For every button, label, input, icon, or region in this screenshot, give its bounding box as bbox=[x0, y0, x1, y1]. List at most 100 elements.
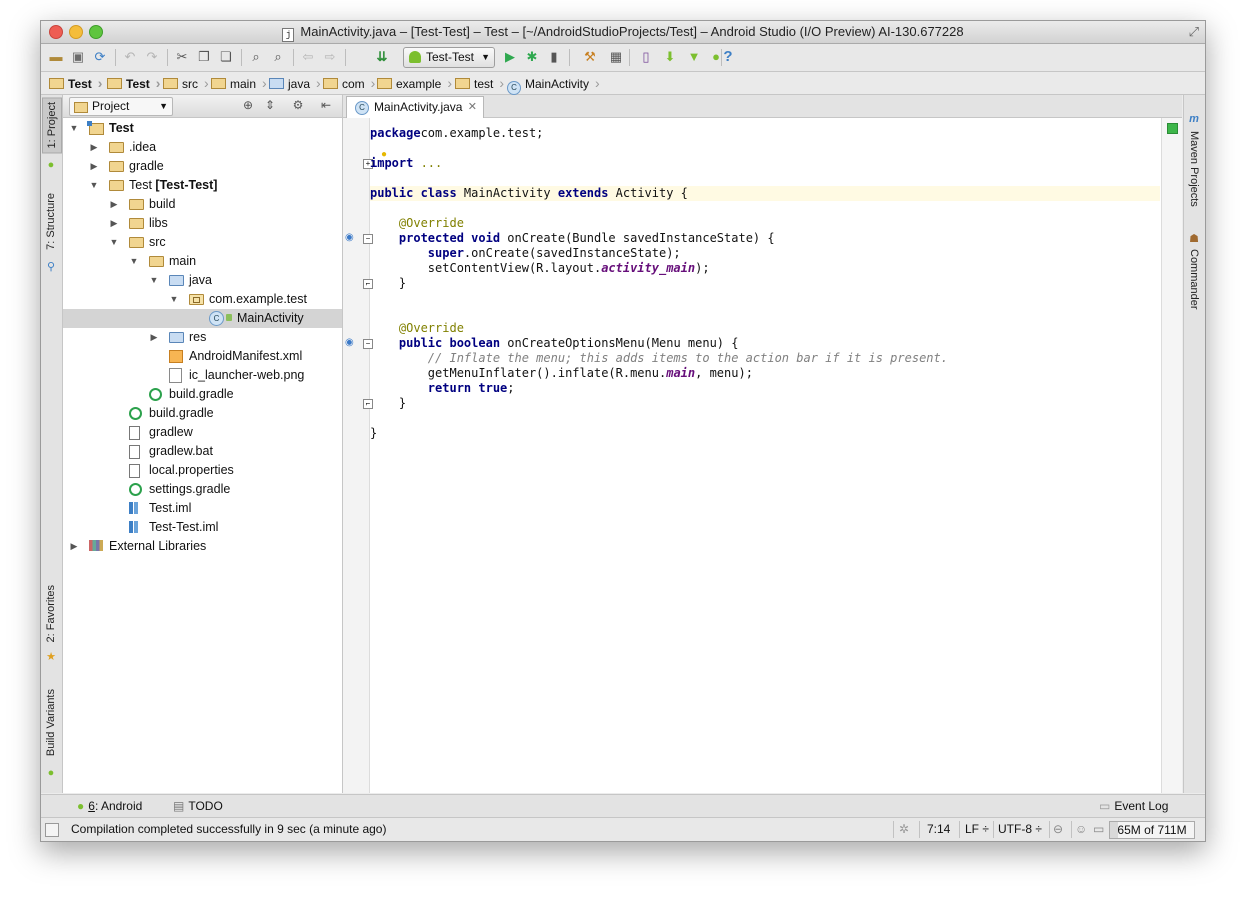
code-line[interactable] bbox=[370, 291, 1160, 306]
tree-item[interactable]: ▶ .idea bbox=[63, 138, 342, 157]
breadcrumb-item-com[interactable]: com › bbox=[323, 74, 375, 92]
tab-mainactivity-java[interactable]: C MainActivity.java ✕ bbox=[346, 96, 484, 118]
lock-icon[interactable]: ⊖ bbox=[1053, 822, 1063, 836]
tree-item[interactable]: ▶ res bbox=[63, 328, 342, 347]
close-icon[interactable]: ✕ bbox=[468, 97, 477, 118]
line-separator-select[interactable]: LF ÷ bbox=[965, 822, 989, 836]
inspector-icon[interactable]: ☺ bbox=[1075, 822, 1087, 836]
expand-arrow-icon[interactable]: ▶ bbox=[69, 537, 79, 556]
attach-icon[interactable]: ▮ bbox=[545, 48, 563, 66]
breadcrumb-item-src[interactable]: src › bbox=[163, 74, 209, 92]
caret-position[interactable]: 7:14 bbox=[927, 822, 950, 836]
undo-icon[interactable]: ↶ bbox=[121, 48, 139, 66]
tree-item[interactable]: ▼ src bbox=[63, 233, 342, 252]
tab-build-variants[interactable]: Build Variants bbox=[42, 685, 60, 760]
tree-item[interactable]: ic_launcher-web.png bbox=[63, 366, 342, 385]
collapse-arrow-icon[interactable]: ▼ bbox=[149, 271, 159, 290]
tree-item[interactable]: C MainActivity bbox=[63, 309, 342, 328]
code-line[interactable]: protected void onCreate(Bundle savedInst… bbox=[370, 231, 1160, 246]
background-tasks-icon[interactable]: ✲ bbox=[899, 822, 909, 836]
sync-icon[interactable]: ⟳ bbox=[91, 48, 109, 66]
collapse-arrow-icon[interactable]: ▼ bbox=[129, 252, 139, 271]
tree-item[interactable]: gradlew.bat bbox=[63, 442, 342, 461]
save-icon[interactable]: ▣ bbox=[69, 48, 87, 66]
breadcrumb-item-test-module[interactable]: Test › bbox=[107, 74, 160, 92]
code-line[interactable] bbox=[370, 306, 1160, 321]
tree-item[interactable]: build.gradle bbox=[63, 404, 342, 423]
collapse-arrow-icon[interactable]: ▼ bbox=[89, 176, 99, 195]
expand-arrow-icon[interactable]: ▶ bbox=[89, 157, 99, 176]
code-line[interactable]: return true; bbox=[370, 381, 1160, 396]
code-line[interactable] bbox=[370, 201, 1160, 216]
code-line[interactable]: setContentView(R.layout.activity_main); bbox=[370, 261, 1160, 276]
gear-icon[interactable]: ⚙ bbox=[291, 98, 305, 112]
tab-favorites[interactable]: 2: Favorites bbox=[42, 581, 60, 646]
run-config-select[interactable]: Test-Test ▼ bbox=[403, 47, 495, 68]
tab-event-log[interactable]: ▭ Event Log bbox=[1099, 797, 1168, 815]
monitor-icon[interactable]: ▼ bbox=[685, 48, 703, 66]
memory-indicator[interactable]: 65M of 711M bbox=[1109, 821, 1195, 839]
tree-item[interactable]: ▼ main bbox=[63, 252, 342, 271]
breadcrumb-item-test-package[interactable]: test › bbox=[455, 74, 504, 92]
back-icon[interactable]: ⇦ bbox=[299, 48, 317, 66]
tree-item[interactable]: Test-Test.iml bbox=[63, 518, 342, 537]
open-folder-icon[interactable]: ▬ bbox=[47, 48, 65, 66]
tab-commander[interactable]: Commander bbox=[1185, 245, 1203, 314]
tree-item[interactable]: ▼ com.example.test bbox=[63, 290, 342, 309]
cut-icon[interactable]: ✂ bbox=[173, 48, 191, 66]
help-icon[interactable]: ? bbox=[719, 48, 737, 66]
code-line[interactable]: @Override bbox=[370, 321, 1160, 336]
forward-icon[interactable]: ⇨ bbox=[321, 48, 339, 66]
tree-item[interactable]: build.gradle bbox=[63, 385, 342, 404]
fullscreen-icon[interactable]: ⤢ bbox=[1189, 24, 1199, 40]
scroll-from-source-icon[interactable]: ⊕ bbox=[241, 98, 255, 112]
tree-item[interactable]: ▶ External Libraries bbox=[63, 537, 342, 556]
expand-arrow-icon[interactable]: ▶ bbox=[89, 138, 99, 157]
override-marker-icon[interactable]: ◉ bbox=[345, 337, 354, 348]
tree-item[interactable]: local.properties bbox=[63, 461, 342, 480]
code-line[interactable]: } bbox=[370, 276, 1160, 291]
tab-todo[interactable]: ▤ TODO bbox=[173, 797, 223, 815]
tree-item[interactable]: ▼ Test bbox=[63, 119, 342, 138]
replace-icon[interactable]: ⌕ bbox=[269, 48, 287, 66]
code-line[interactable]: // Inflate the menu; this adds items to … bbox=[370, 351, 1160, 366]
code-line[interactable]: super.onCreate(savedInstanceState); bbox=[370, 246, 1160, 261]
copy-icon[interactable]: ❐ bbox=[195, 48, 213, 66]
code-line[interactable]: getMenuInflater().inflate(R.menu.main, m… bbox=[370, 366, 1160, 381]
expand-arrow-icon[interactable]: ▶ bbox=[109, 214, 119, 233]
tree-item[interactable]: ▶ libs bbox=[63, 214, 342, 233]
tab-android[interactable]: ● 6: Android bbox=[77, 797, 142, 815]
expand-arrow-icon[interactable]: ▶ bbox=[109, 195, 119, 214]
find-icon[interactable]: ⌕ bbox=[247, 48, 265, 66]
breadcrumb-item-mainactivity[interactable]: C MainActivity › bbox=[507, 74, 600, 95]
code-line[interactable]: packagecom.example.test; bbox=[370, 126, 1160, 141]
code-editor[interactable]: packagecom.example.test; import ... public… bbox=[370, 118, 1160, 793]
collapse-all-icon[interactable]: ⇕ bbox=[263, 98, 277, 112]
breadcrumb-item-example[interactable]: example › bbox=[377, 74, 452, 92]
code-line[interactable]: public class MainActivity extends Activi… bbox=[370, 186, 1160, 201]
tree-item[interactable]: gradlew bbox=[63, 423, 342, 442]
tree-item[interactable]: ▶ gradle bbox=[63, 157, 342, 176]
expand-arrow-icon[interactable]: ▶ bbox=[149, 328, 159, 347]
tree-item[interactable]: ▼ Test [Test-Test] bbox=[63, 176, 342, 195]
tree-item[interactable]: ▶ build bbox=[63, 195, 342, 214]
tab-structure[interactable]: 7: Structure bbox=[42, 189, 60, 254]
code-line[interactable] bbox=[370, 141, 1160, 156]
code-line[interactable]: import ... bbox=[370, 156, 1160, 171]
tree-item[interactable]: Test.iml bbox=[63, 499, 342, 518]
make-project-icon[interactable]: ⇊ bbox=[373, 48, 391, 66]
run-icon[interactable]: ▶ bbox=[501, 48, 519, 66]
tree-item[interactable]: ▼ java bbox=[63, 271, 342, 290]
avd-manager-icon[interactable]: ▯ bbox=[637, 48, 655, 66]
hide-panel-icon[interactable]: ⇤ bbox=[319, 98, 333, 112]
code-line[interactable]: } bbox=[370, 396, 1160, 411]
collapse-arrow-icon[interactable]: ▼ bbox=[109, 233, 119, 252]
project-structure-icon[interactable]: ⚒ bbox=[581, 48, 599, 66]
project-view-select[interactable]: Project ▼ bbox=[69, 97, 173, 116]
breadcrumb-item-java[interactable]: java › bbox=[269, 74, 321, 92]
breadcrumb-item-main[interactable]: main › bbox=[211, 74, 267, 92]
paste-icon[interactable]: ❏ bbox=[217, 48, 235, 66]
tab-maven-projects[interactable]: Maven Projects bbox=[1185, 127, 1203, 211]
code-line[interactable]: } bbox=[370, 426, 1160, 441]
redo-icon[interactable]: ↷ bbox=[143, 48, 161, 66]
